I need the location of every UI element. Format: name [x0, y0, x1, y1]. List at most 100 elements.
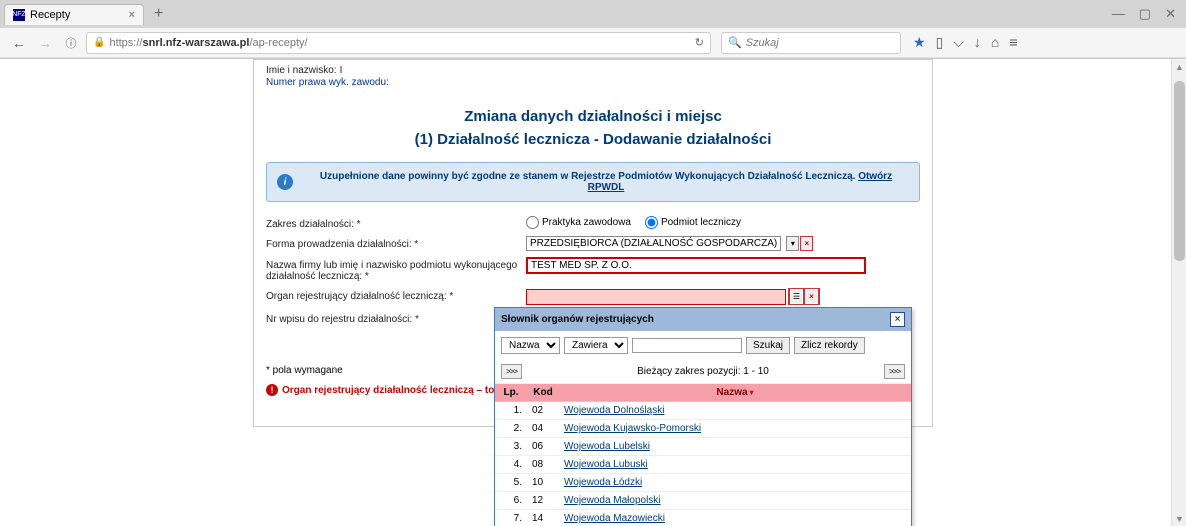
organ-picker-icon[interactable]: ☰: [790, 289, 803, 304]
scroll-up-icon[interactable]: ▲: [1172, 59, 1186, 74]
cell-lp: 5.: [495, 474, 527, 492]
organ-link[interactable]: Wojewoda Łódzki: [564, 477, 642, 488]
library-icon[interactable]: ▯: [936, 34, 944, 51]
nrwpisu-label: Nr wpisu do rejestru działalności: *: [266, 311, 526, 325]
info-icon: i: [277, 174, 293, 190]
personal-name-link[interactable]: Imie i nazwisko:: [266, 65, 337, 76]
table-row: 3.06 Wojewoda Lubelski: [495, 438, 911, 456]
organ-link[interactable]: Wojewoda Lubuski: [564, 459, 648, 470]
cell-lp: 2.: [495, 420, 527, 438]
nav-next-top-left[interactable]: >>>: [501, 364, 522, 379]
pocket-icon[interactable]: ⌵: [953, 34, 964, 51]
nav-next-top-right[interactable]: >>>: [884, 364, 905, 379]
menu-icon[interactable]: ≡: [1009, 34, 1017, 51]
search-icon: 🔍: [728, 36, 742, 49]
scrollbar-thumb[interactable]: [1174, 81, 1185, 261]
cell-lp: 1.: [495, 402, 527, 420]
col-lp[interactable]: Lp.: [495, 384, 527, 402]
personal-license-link[interactable]: Numer prawa wyk. zawodu:: [266, 77, 389, 88]
organ-link[interactable]: Wojewoda Lubelski: [564, 441, 650, 452]
cell-kod: 02: [527, 402, 559, 420]
search-input[interactable]: [746, 37, 894, 49]
popup-search-input[interactable]: [632, 338, 742, 353]
window-controls: — ▢ ✕: [1112, 6, 1186, 22]
scroll-down-icon[interactable]: ▼: [1172, 511, 1186, 526]
bookmark-star-icon[interactable]: ★: [913, 34, 926, 51]
popup-count-button[interactable]: Zlicz rekordy: [794, 337, 865, 354]
col-kod[interactable]: Kod: [527, 384, 559, 402]
popup-search-row: Nazwa Zawiera Szukaj Zlicz rekordy: [495, 331, 911, 360]
organ-label: Organ rejestrujący działalność leczniczą…: [266, 288, 526, 302]
popup-close-button[interactable]: ×: [890, 312, 905, 327]
cell-lp: 3.: [495, 438, 527, 456]
sort-desc-icon: ▾: [750, 388, 754, 397]
nav-bar: ← → ⓘ 🔒 https://snrl.nfz-warszawa.pl/ap-…: [0, 28, 1186, 58]
cell-lp: 6.: [495, 492, 527, 510]
organ-link[interactable]: Wojewoda Małopolski: [564, 495, 661, 506]
close-window-icon[interactable]: ✕: [1165, 6, 1176, 22]
tab-title: Recepty: [30, 9, 70, 21]
minimize-icon[interactable]: —: [1112, 6, 1125, 22]
tab-bar: NFZ Recepty × + — ▢ ✕: [0, 0, 1186, 28]
popup-title: Słownik organów rejestrujących: [501, 314, 654, 325]
table-row: 7.14 Wojewoda Mazowiecki: [495, 510, 911, 526]
col-nazwa[interactable]: Nazwa▾: [559, 384, 911, 402]
downloads-icon[interactable]: ↓: [974, 34, 981, 51]
error-icon: !: [266, 384, 278, 396]
table-row: 1.02 Wojewoda Dolnośląski: [495, 402, 911, 420]
popup-range-label: Bieżący zakres pozycji: 1 - 10: [637, 366, 769, 377]
page-scrollbar[interactable]: ▲ ▼: [1171, 59, 1186, 526]
cell-kod: 06: [527, 438, 559, 456]
organ-link[interactable]: Wojewoda Kujawsko-Pomorski: [564, 423, 701, 434]
cell-kod: 08: [527, 456, 559, 474]
cell-nazwa: Wojewoda Mazowiecki: [559, 510, 911, 526]
table-row: 2.04Wojewoda Kujawsko-Pomorski: [495, 420, 911, 438]
url-bar[interactable]: 🔒 https://snrl.nfz-warszawa.pl/ap-recept…: [86, 32, 711, 54]
home-icon[interactable]: ⌂: [991, 34, 999, 51]
organ-input[interactable]: [526, 289, 786, 305]
popup-header: Słownik organów rejestrujących ×: [495, 308, 911, 331]
forma-select[interactable]: PRZEDSIĘBIORCA (DZIAŁALNOŚĆ GOSPODARCZA): [526, 236, 781, 251]
reload-icon[interactable]: ↻: [695, 36, 704, 49]
table-row: 5.10 Wojewoda Łódzki: [495, 474, 911, 492]
nazwa-input[interactable]: TEST MED SP. Z O.O.: [526, 257, 866, 274]
popup-search-button[interactable]: Szukaj: [746, 337, 790, 354]
identity-icon[interactable]: ⓘ: [60, 32, 82, 54]
browser-tab[interactable]: NFZ Recepty ×: [4, 4, 144, 25]
sub-heading: (1) Działalność lecznicza - Dodawanie dz…: [266, 131, 920, 148]
radio-praktyka[interactable]: Praktyka zawodowa: [526, 216, 631, 229]
url-text: https://snrl.nfz-warszawa.pl/ap-recepty/: [109, 37, 307, 49]
organ-clear-icon[interactable]: ×: [805, 289, 818, 304]
personal-info: Imie i nazwisko: I Numer prawa wyk. zawo…: [266, 60, 920, 92]
forma-picker-icon[interactable]: ▾: [786, 236, 799, 251]
nazwa-label: Nazwa firmy lub imię i nazwisko podmiotu…: [266, 257, 526, 282]
dictionary-popup: Słownik organów rejestrujących × Nazwa Z…: [494, 307, 912, 526]
back-button[interactable]: ←: [8, 32, 30, 54]
table-row: 4.08 Wojewoda Lubuski: [495, 456, 911, 474]
cell-lp: 7.: [495, 510, 527, 526]
close-tab-icon[interactable]: ×: [129, 9, 135, 21]
forma-clear-icon[interactable]: ×: [800, 236, 813, 251]
forward-button[interactable]: →: [34, 32, 56, 54]
favicon: NFZ: [13, 9, 25, 21]
page-content: Imie i nazwisko: I Numer prawa wyk. zawo…: [0, 59, 1186, 526]
popup-field-select[interactable]: Nazwa: [501, 337, 560, 354]
cell-nazwa: Wojewoda Lubelski: [559, 438, 911, 456]
new-tab-button[interactable]: +: [146, 3, 171, 25]
table-row: 6.12 Wojewoda Małopolski: [495, 492, 911, 510]
popup-condition-select[interactable]: Zawiera: [564, 337, 628, 354]
browser-search-bar[interactable]: 🔍: [721, 32, 901, 54]
maximize-icon[interactable]: ▢: [1139, 6, 1151, 22]
cell-lp: 4.: [495, 456, 527, 474]
radio-podmiot[interactable]: Podmiot leczniczy: [645, 216, 741, 229]
organ-link[interactable]: Wojewoda Mazowiecki: [564, 513, 665, 524]
organ-link[interactable]: Wojewoda Dolnośląski: [564, 405, 664, 416]
cell-nazwa: Wojewoda Lubuski: [559, 456, 911, 474]
cell-nazwa: Wojewoda Kujawsko-Pomorski: [559, 420, 911, 438]
cell-kod: 12: [527, 492, 559, 510]
cell-kod: 10: [527, 474, 559, 492]
info-text: Uzupełnione dane powinny być zgodne ze s…: [303, 171, 909, 193]
cell-kod: 14: [527, 510, 559, 526]
info-box: i Uzupełnione dane powinny być zgodne ze…: [266, 162, 920, 202]
cell-nazwa: Wojewoda Małopolski: [559, 492, 911, 510]
